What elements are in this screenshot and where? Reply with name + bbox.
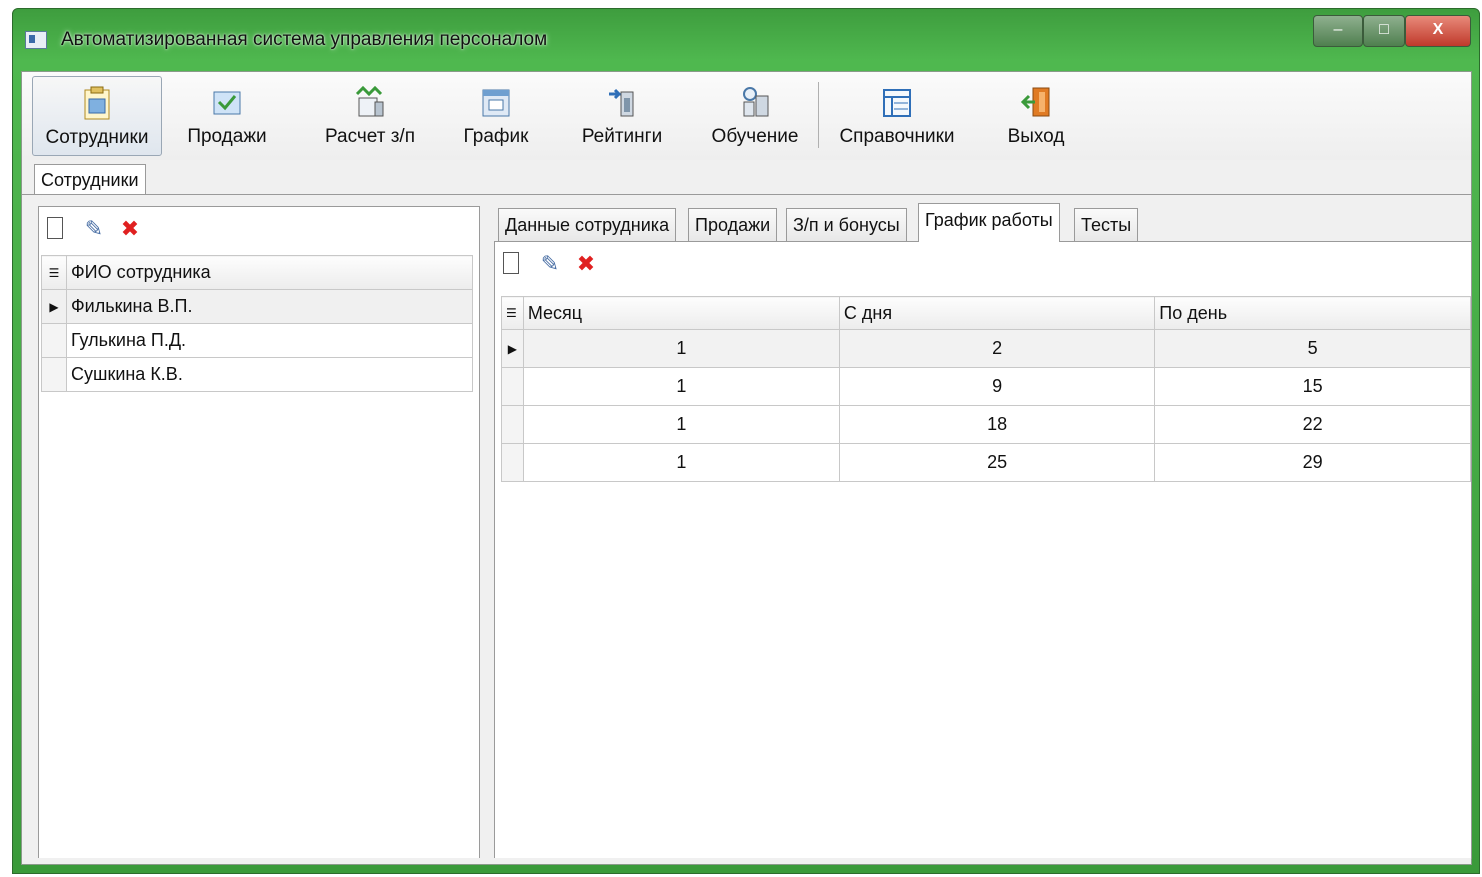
schedule-grid-header-row: ☰ Месяц С дня По день (501, 296, 1471, 330)
row-selector-icon[interactable]: ▶ (41, 289, 67, 324)
delete-icon[interactable]: ✖ (575, 252, 597, 276)
table-row[interactable]: ▶ Филькина В.П. (41, 289, 473, 324)
toolbar-training-label: Обучение (711, 126, 799, 147)
month-cell[interactable]: 1 (522, 405, 840, 444)
from-day-cell[interactable]: 25 (838, 443, 1156, 482)
employee-grid-header-row: ☰ ФИО сотрудника (41, 255, 473, 290)
tab-salary-bonuses[interactable]: З/п и бонусы (786, 208, 907, 241)
table-row[interactable]: Сушкина К.В. (41, 357, 473, 392)
exit-door-icon (1020, 87, 1050, 117)
row-header-corner: ☰ (501, 296, 524, 330)
toolbar-sales-button[interactable]: Продажи (172, 76, 282, 154)
maximize-button[interactable]: □ (1363, 15, 1405, 47)
app-window: Автоматизированная система управления пе… (12, 8, 1480, 874)
payroll-icon (355, 85, 384, 117)
row-selector[interactable] (41, 357, 67, 392)
row-header-corner: ☰ (41, 255, 67, 290)
work-schedule-page: ✎ ✖ ☰ Месяц С дня По день ▶ 1 2 5 1 9 15… (494, 241, 1472, 859)
toolbar-reference-button[interactable]: Справочники (830, 76, 964, 154)
toolbar-ratings-button[interactable]: Рейтинги (570, 76, 674, 154)
app-icon (25, 31, 47, 49)
tab-tests[interactable]: Тесты (1074, 208, 1139, 241)
tab-sales[interactable]: Продажи (688, 208, 778, 241)
toolbar-employees-label: Сотрудники (45, 127, 149, 148)
table-row[interactable]: ▶ 1 2 5 (501, 329, 1471, 368)
bottom-edge (22, 858, 1471, 864)
client-area: Сотрудники Продажи Расчет з/п График Рей… (21, 71, 1472, 865)
main-toolbar: Сотрудники Продажи Расчет з/п График Рей… (22, 72, 1471, 160)
toolbar-schedule-label: График (463, 126, 529, 147)
ratings-icon (609, 88, 634, 117)
to-day-cell[interactable]: 29 (1154, 443, 1471, 482)
schedule-icon (482, 89, 510, 117)
employee-list-panel: ✎ ✖ ☰ ФИО сотрудника ▶ Филькина В.П. Гул… (38, 206, 480, 860)
new-document-icon[interactable] (503, 252, 519, 274)
to-day-cell[interactable]: 22 (1154, 405, 1471, 444)
table-row[interactable]: Гулькина П.Д. (41, 323, 473, 358)
employee-grid: ☰ ФИО сотрудника ▶ Филькина В.П. Гулькин… (41, 255, 473, 392)
column-header-month[interactable]: Месяц (522, 296, 840, 330)
edit-icon[interactable]: ✎ (539, 252, 561, 276)
document-tab-divider (22, 194, 1471, 195)
month-cell[interactable]: 1 (522, 443, 840, 482)
sales-icon (213, 91, 241, 115)
toolbar-exit-label: Выход (1007, 126, 1065, 147)
toolbar-exit-button[interactable]: Выход (994, 76, 1078, 154)
from-day-cell[interactable]: 9 (838, 367, 1156, 406)
clipboard-icon (84, 86, 110, 120)
training-icon (743, 87, 769, 117)
toolbar-ratings-label: Рейтинги (581, 126, 663, 147)
table-row[interactable]: 1 9 15 (501, 367, 1471, 406)
row-selector-icon[interactable]: ▶ (501, 329, 524, 368)
column-header-to-day[interactable]: По день (1154, 296, 1471, 330)
from-day-cell[interactable]: 18 (838, 405, 1156, 444)
table-row[interactable]: 1 25 29 (501, 443, 1471, 482)
edit-icon[interactable]: ✎ (83, 217, 105, 241)
title-bar[interactable]: Автоматизированная система управления пе… (13, 9, 1479, 71)
new-document-icon[interactable] (47, 217, 63, 239)
employee-details-panel: Данные сотрудника Продажи З/п и бонусы Г… (492, 203, 1472, 859)
minimize-button[interactable]: – (1313, 15, 1363, 47)
column-header-from-day[interactable]: С дня (838, 296, 1156, 330)
month-cell[interactable]: 1 (522, 367, 840, 406)
window-title: Автоматизированная система управления пе… (61, 29, 548, 50)
employee-name-cell[interactable]: Филькина В.П. (66, 289, 473, 324)
toolbar-payroll-label: Расчет з/п (325, 126, 415, 147)
toolbar-payroll-button[interactable]: Расчет з/п (300, 76, 440, 154)
column-header-full-name[interactable]: ФИО сотрудника (66, 255, 473, 290)
toolbar-employees-button[interactable]: Сотрудники (32, 76, 162, 156)
toolbar-separator (818, 82, 819, 148)
tab-work-schedule[interactable]: График работы (918, 203, 1060, 242)
toolbar-sales-label: Продажи (187, 126, 267, 147)
row-selector[interactable] (501, 443, 524, 482)
toolbar-schedule-button[interactable]: График (454, 76, 538, 154)
from-day-cell[interactable]: 2 (838, 329, 1156, 368)
to-day-cell[interactable]: 5 (1154, 329, 1471, 368)
toolbar-reference-label: Справочники (839, 126, 955, 147)
employee-name-cell[interactable]: Сушкина К.В. (66, 357, 473, 392)
row-selector[interactable] (501, 405, 524, 444)
tab-employee-data[interactable]: Данные сотрудника (498, 208, 677, 241)
reference-icon (883, 89, 911, 117)
row-selector[interactable] (41, 323, 67, 358)
delete-icon[interactable]: ✖ (119, 217, 141, 241)
document-tab-employees[interactable]: Сотрудники (34, 164, 146, 195)
table-row[interactable]: 1 18 22 (501, 405, 1471, 444)
toolbar-training-button[interactable]: Обучение (702, 76, 808, 154)
close-button[interactable]: X (1405, 15, 1471, 47)
month-cell[interactable]: 1 (522, 329, 840, 368)
schedule-grid: ☰ Месяц С дня По день ▶ 1 2 5 1 9 15 1 1… (501, 296, 1471, 482)
employee-name-cell[interactable]: Гулькина П.Д. (66, 323, 473, 358)
row-selector[interactable] (501, 367, 524, 406)
to-day-cell[interactable]: 15 (1154, 367, 1471, 406)
